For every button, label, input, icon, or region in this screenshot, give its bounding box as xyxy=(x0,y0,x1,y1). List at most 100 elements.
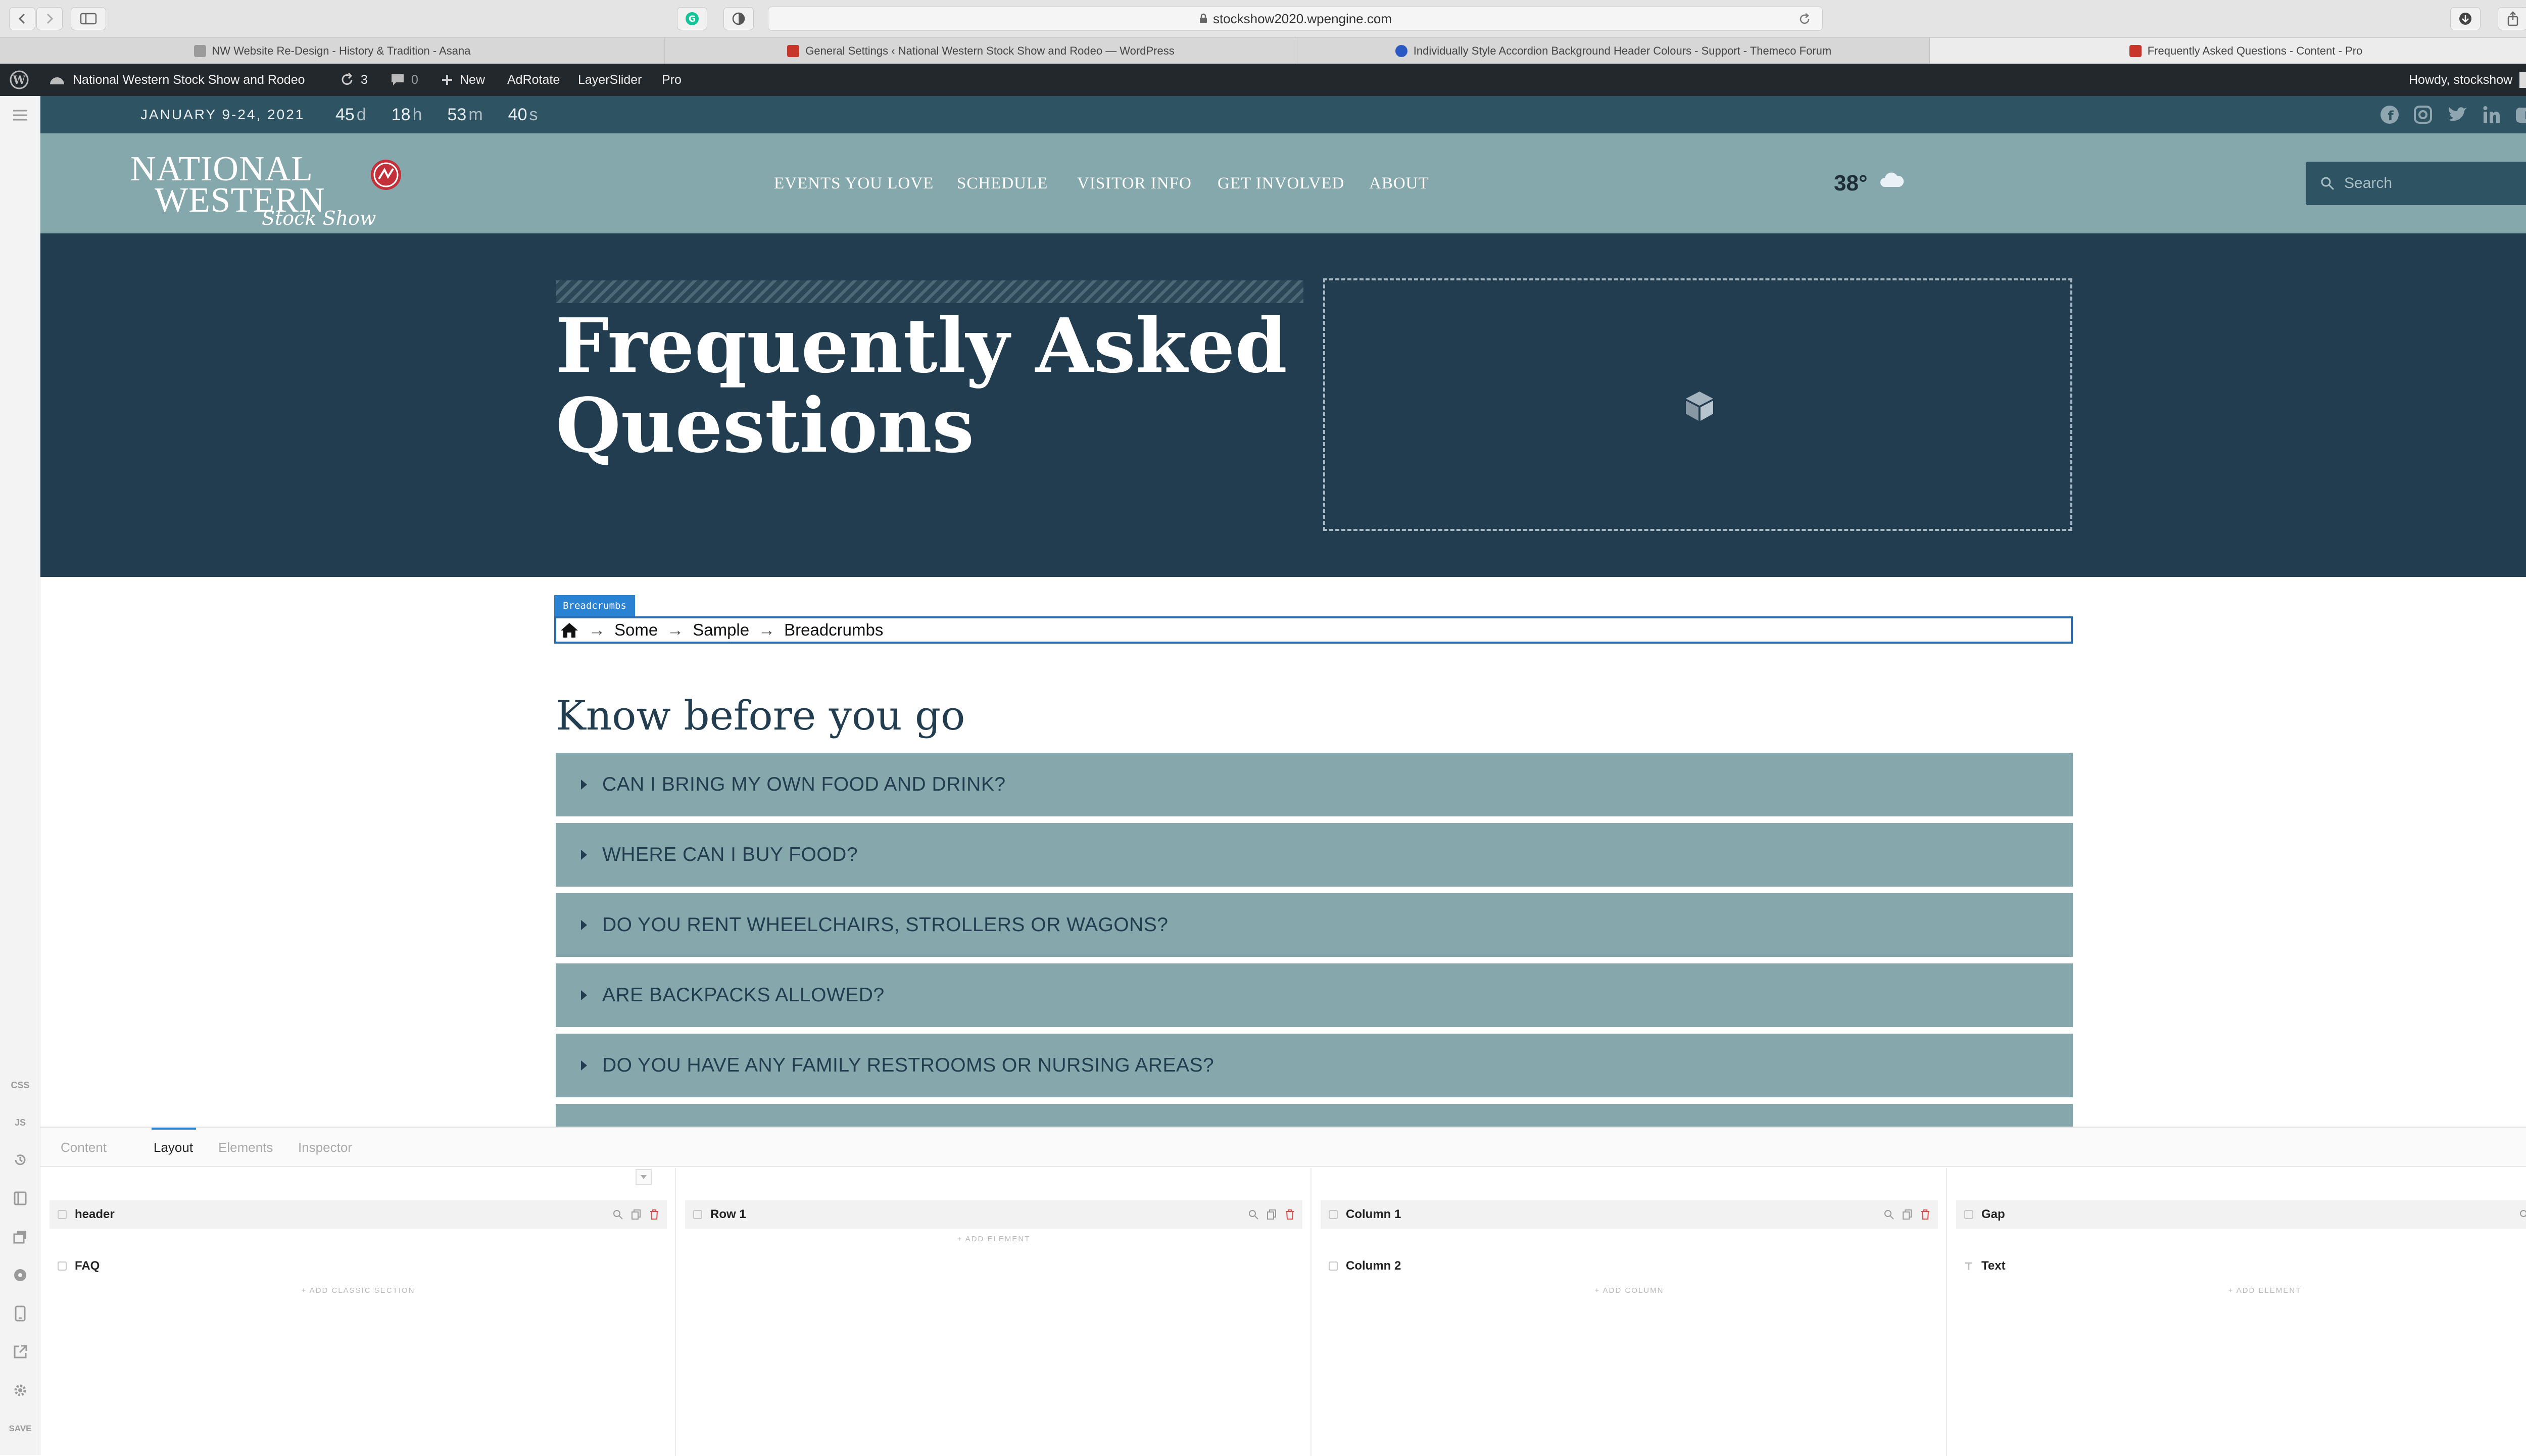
site-name-menu[interactable]: National Western Stock Show and Rodeo xyxy=(48,64,305,96)
twitter-icon[interactable] xyxy=(2446,105,2468,125)
chevron-left-icon xyxy=(18,13,25,24)
layout-row-header[interactable]: header xyxy=(50,1200,667,1229)
tab-asana[interactable]: NW Website Re-Design - History & Traditi… xyxy=(0,38,665,64)
downloads-button[interactable] xyxy=(2450,7,2481,30)
add-column-button[interactable]: + ADD COLUMN xyxy=(1311,1286,1947,1295)
pro-menu[interactable]: Pro xyxy=(662,64,682,96)
row-actions xyxy=(2519,1200,2526,1229)
js-button[interactable]: JS xyxy=(12,1114,28,1131)
caret-right-icon xyxy=(581,1060,587,1071)
youtube-icon[interactable] xyxy=(2515,105,2526,125)
adrotate-menu[interactable]: AdRotate xyxy=(507,64,560,96)
column-icon xyxy=(1329,1210,1338,1219)
breadcrumb[interactable]: → Some → Sample → Breadcrumbs xyxy=(554,616,2073,644)
faq-accordion-item[interactable]: WHERE CAN I BUY FOOD? xyxy=(556,823,2073,887)
breadcrumb-item-breadcrumbs: Breadcrumbs xyxy=(784,620,884,639)
forward-button[interactable] xyxy=(36,7,63,30)
duplicate-icon[interactable] xyxy=(1902,1209,1913,1220)
responsive-button[interactable] xyxy=(12,1305,28,1322)
history-icon xyxy=(15,1154,26,1166)
duplicate-icon[interactable] xyxy=(630,1209,642,1220)
comments-menu[interactable]: 0 xyxy=(390,64,418,96)
faq-accordion-item[interactable]: CAN I BRING MY OWN FOOD AND DRINK? xyxy=(556,753,2073,816)
new-content-menu[interactable]: New xyxy=(441,64,485,96)
add-classic-section-button[interactable]: + ADD CLASSIC SECTION xyxy=(40,1286,676,1295)
js-label: JS xyxy=(14,1117,26,1128)
templates-button[interactable] xyxy=(12,1229,28,1245)
breadcrumb-separator: → xyxy=(667,620,684,639)
row-actions xyxy=(612,1200,660,1229)
search-icon[interactable] xyxy=(2519,1209,2526,1220)
element-placeholder[interactable] xyxy=(1323,278,2072,531)
home-icon[interactable] xyxy=(559,621,579,639)
faq-question: CAN I BRING MY OWN FOOD AND DRINK? xyxy=(602,773,1006,795)
comments-count: 0 xyxy=(411,72,418,87)
search-icon[interactable] xyxy=(612,1209,623,1220)
site-search-input[interactable]: Search xyxy=(2306,162,2526,205)
tab-elements[interactable]: Elements xyxy=(218,1128,273,1167)
sidebar-toggle-button[interactable] xyxy=(71,7,106,30)
tab-content[interactable]: Content xyxy=(61,1128,107,1167)
layout-row-gap[interactable]: Gap xyxy=(1956,1200,2526,1229)
add-element-button[interactable]: + ADD ELEMENT xyxy=(1947,1286,2526,1295)
reader-extension-button[interactable] xyxy=(723,7,754,30)
search-icon[interactable] xyxy=(1248,1209,1259,1220)
add-element-button[interactable]: + ADD ELEMENT xyxy=(676,1235,1311,1243)
delete-icon[interactable] xyxy=(1284,1209,1295,1220)
layout-row-text[interactable]: Text xyxy=(1956,1252,2526,1280)
updates-menu[interactable]: 3 xyxy=(339,64,368,96)
breadcrumb-item-some[interactable]: Some xyxy=(614,620,658,640)
tab-general-settings[interactable]: General Settings ‹ National Western Stoc… xyxy=(665,38,1297,64)
tab-inspector[interactable]: Inspector xyxy=(298,1128,352,1167)
view-site-button[interactable] xyxy=(12,1344,28,1360)
nav-visitor-info[interactable]: VISITOR INFO xyxy=(1077,133,1192,233)
save-button[interactable]: SAVE xyxy=(5,1421,35,1437)
tab-faq-pro[interactable]: Frequently Asked Questions - Content - P… xyxy=(1930,38,2526,64)
nav-schedule[interactable]: SCHEDULE xyxy=(957,133,1048,233)
site-logo[interactable]: NATIONAL WESTERN Stock Show xyxy=(130,138,413,229)
account-menu[interactable]: Howdy, stockshow xyxy=(2409,64,2526,96)
history-button[interactable] xyxy=(12,1152,28,1168)
breadcrumb-separator: → xyxy=(758,620,775,639)
delete-icon[interactable] xyxy=(1920,1209,1931,1220)
active-tab-indicator xyxy=(152,1128,196,1130)
wp-logo-menu[interactable]: W xyxy=(9,64,29,96)
breadcrumb-item-sample[interactable]: Sample xyxy=(693,620,749,640)
instagram-icon[interactable] xyxy=(2413,105,2433,125)
reload-icon[interactable] xyxy=(1798,13,1811,26)
faq-accordion-item[interactable]: DO YOU RENT WHEELCHAIRS, STROLLERS OR WA… xyxy=(556,893,2073,957)
menu-button[interactable] xyxy=(12,107,28,123)
tab-themeco-forum[interactable]: Individually Style Accordion Background … xyxy=(1297,38,1930,64)
layout-row-faq[interactable]: FAQ xyxy=(50,1252,667,1280)
settings-button[interactable] xyxy=(12,1382,28,1398)
address-bar[interactable]: stockshow2020.wpengine.com xyxy=(768,7,1823,31)
faq-accordion-item[interactable]: DO YOU HAVE ANY FAMILY RESTROOMS OR NURS… xyxy=(556,1034,2073,1097)
layout-row-column-2[interactable]: Column 2 xyxy=(1321,1252,1938,1280)
nav-about[interactable]: ABOUT xyxy=(1369,133,1429,233)
faq-accordion-item-partial[interactable] xyxy=(556,1104,2073,1127)
row-icon xyxy=(693,1210,702,1219)
layout-row-column-1[interactable]: Column 1 xyxy=(1321,1200,1938,1229)
global-blocks-button[interactable] xyxy=(12,1267,28,1283)
layout-row-row-1[interactable]: Row 1 xyxy=(685,1200,1302,1229)
linkedin-icon[interactable] xyxy=(2482,105,2502,125)
layerslider-menu[interactable]: LayerSlider xyxy=(578,64,642,96)
delete-icon[interactable] xyxy=(649,1209,660,1220)
nav-events-you-love[interactable]: EVENTS YOU LOVE xyxy=(774,133,934,233)
facebook-icon[interactable]: f xyxy=(2379,105,2400,125)
share-button[interactable] xyxy=(2498,7,2526,30)
back-button[interactable] xyxy=(9,7,35,30)
layout-button[interactable] xyxy=(12,1190,28,1206)
adrotate-label: AdRotate xyxy=(507,72,560,87)
duplicate-icon[interactable] xyxy=(1266,1209,1277,1220)
tab-layout[interactable]: Layout xyxy=(154,1128,193,1167)
faq-question: DO YOU RENT WHEELCHAIRS, STROLLERS OR WA… xyxy=(602,914,1169,936)
breadcrumbs-element-tag[interactable]: Breadcrumbs xyxy=(554,595,635,616)
nav-get-involved[interactable]: GET INVOLVED xyxy=(1218,133,1344,233)
css-button[interactable]: CSS xyxy=(10,1077,30,1093)
search-icon[interactable] xyxy=(1883,1209,1894,1220)
faq-accordion-item[interactable]: ARE BACKPACKS ALLOWED? xyxy=(556,963,2073,1027)
text-icon xyxy=(1965,1262,1972,1270)
grammarly-extension-button[interactable]: G xyxy=(677,7,707,30)
cube-icon xyxy=(1686,392,1713,421)
